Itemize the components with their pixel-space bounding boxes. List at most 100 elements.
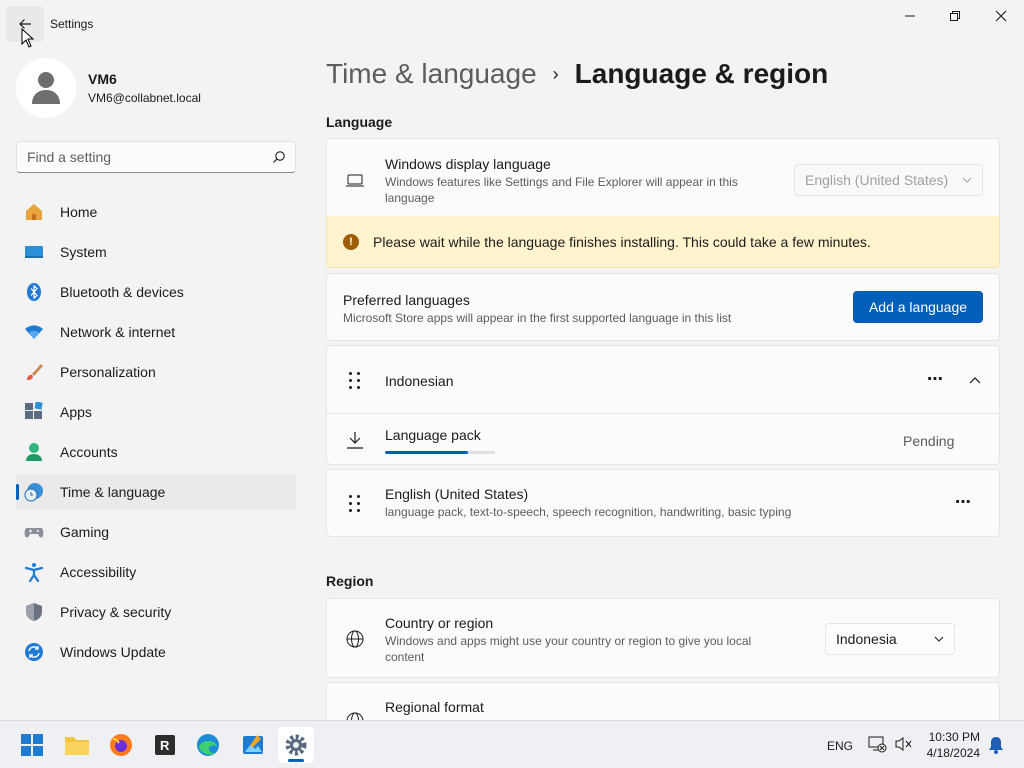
sidebar-item-label: Time & language	[60, 484, 166, 500]
sidebar-item-label: Personalization	[60, 364, 156, 380]
sidebar-item-label: Windows Update	[60, 644, 166, 660]
breadcrumb-parent[interactable]: Time & language	[326, 58, 537, 90]
profile-name: VM6	[88, 71, 117, 87]
clock-globe-icon	[24, 482, 44, 502]
add-language-button[interactable]: Add a language	[853, 291, 983, 323]
restore-icon	[950, 11, 960, 21]
close-icon	[995, 10, 1007, 22]
windows-logo-icon	[21, 734, 43, 756]
install-warning-banner: ! Please wait while the language finishe…	[326, 216, 1000, 268]
sidebar-item-windows-update[interactable]: Windows Update	[16, 634, 296, 670]
warning-text: Please wait while the language finishes …	[373, 233, 871, 250]
download-icon	[345, 430, 365, 450]
accounts-icon	[24, 442, 44, 462]
sidebar-item-system[interactable]: System	[16, 234, 296, 270]
language-pack-label: Language pack	[385, 427, 481, 443]
drag-handle-icon[interactable]	[349, 372, 361, 390]
minimize-button[interactable]	[887, 0, 933, 32]
paint-app[interactable]	[235, 727, 271, 763]
close-button[interactable]	[978, 0, 1024, 32]
region-section-title: Region	[326, 573, 374, 589]
input-language-indicator[interactable]: ENG	[827, 739, 853, 753]
user-profile[interactable]: VM6 VM6@collabnet.local	[16, 58, 201, 118]
clock[interactable]: 10:30 PM 4/18/2024	[920, 729, 980, 761]
search-box[interactable]	[16, 141, 296, 173]
language-name: English (United States)	[385, 486, 529, 502]
chevron-down-icon	[962, 177, 972, 183]
settings-app[interactable]	[278, 727, 314, 763]
language-pack-status: Pending	[903, 433, 955, 449]
network-status-icon[interactable]	[867, 735, 887, 758]
search-input[interactable]	[27, 149, 263, 165]
sidebar-item-time-language[interactable]: Time & language	[16, 474, 296, 510]
gamepad-icon	[24, 522, 44, 542]
language-description: language pack, text-to-speech, speech re…	[385, 505, 792, 519]
sidebar-item-home[interactable]: Home	[16, 194, 296, 230]
sidebar-item-apps[interactable]: Apps	[16, 394, 296, 430]
sidebar-item-network[interactable]: Network & internet	[16, 314, 296, 350]
mouse-cursor-icon	[21, 28, 35, 48]
start-button[interactable]	[14, 727, 50, 763]
regional-format-title: Regional format	[385, 699, 484, 715]
display-language-card: Windows display language Windows feature…	[326, 138, 1000, 217]
sidebar-item-accessibility[interactable]: Accessibility	[16, 554, 296, 590]
volume-muted-icon[interactable]	[894, 736, 912, 757]
sidebar-item-label: Home	[60, 204, 98, 220]
home-icon	[24, 202, 44, 222]
chevron-down-icon	[934, 636, 944, 642]
display-language-title: Windows display language	[385, 156, 551, 172]
language-item-english[interactable]: English (United States) language pack, t…	[326, 469, 1000, 537]
preferred-languages-description: Microsoft Store apps will appear in the …	[343, 311, 732, 325]
sidebar-item-label: Apps	[60, 404, 92, 420]
firefox-app[interactable]	[103, 727, 139, 763]
gear-icon	[285, 734, 307, 756]
clock-date: 4/18/2024	[926, 746, 980, 760]
sidebar-item-personalization[interactable]: Personalization	[16, 354, 296, 390]
more-options-icon[interactable]: ⋯	[955, 492, 972, 512]
breadcrumb-separator: ›	[552, 63, 559, 84]
minimize-icon	[905, 15, 915, 17]
title-bar: Settings	[0, 0, 1024, 42]
file-explorer-app[interactable]	[59, 727, 95, 763]
more-options-icon[interactable]: ⋯	[927, 369, 944, 389]
r-app[interactable]: R	[147, 727, 183, 763]
taskbar: R ENG 10:30 PM 4/18/2024	[0, 720, 1024, 768]
globe-icon	[345, 629, 365, 649]
wifi-icon	[24, 322, 44, 342]
country-region-description: Windows and apps might use your country …	[385, 634, 752, 664]
sidebar-item-gaming[interactable]: Gaming	[16, 514, 296, 550]
sidebar-item-label: Privacy & security	[60, 604, 172, 620]
sidebar-item-accounts[interactable]: Accounts	[16, 434, 296, 470]
r-console-icon: R	[155, 735, 175, 755]
sidebar-item-label: Accounts	[60, 444, 118, 460]
sidebar-item-label: System	[60, 244, 107, 260]
accessibility-icon	[24, 562, 44, 582]
bluetooth-icon	[24, 282, 44, 302]
notification-bell-icon[interactable]	[988, 736, 1004, 759]
paint-icon	[243, 735, 263, 754]
edge-icon	[197, 734, 219, 756]
country-region-dropdown[interactable]: Indonesia	[825, 623, 955, 655]
country-region-value: Indonesia	[836, 631, 897, 647]
search-icon[interactable]	[263, 142, 295, 172]
drag-handle-icon[interactable]	[349, 495, 361, 513]
language-pack-progress	[385, 451, 495, 454]
update-icon	[24, 642, 44, 662]
display-language-value: English (United States)	[805, 172, 949, 188]
sidebar-item-label: Network & internet	[60, 324, 176, 340]
sidebar-item-bluetooth[interactable]: Bluetooth & devices	[16, 274, 296, 310]
preferred-languages-title: Preferred languages	[343, 292, 470, 308]
chevron-up-icon[interactable]	[965, 370, 985, 390]
divider	[327, 413, 999, 414]
sidebar-nav: Home System Bluetooth & devices Network …	[16, 194, 296, 674]
display-language-dropdown[interactable]: English (United States)	[794, 164, 983, 196]
sidebar-item-privacy[interactable]: Privacy & security	[16, 594, 296, 630]
edge-app[interactable]	[190, 727, 226, 763]
restore-button[interactable]	[932, 0, 978, 32]
apps-icon	[24, 402, 44, 422]
sidebar-item-label: Gaming	[60, 524, 110, 540]
page-title: Language & region	[574, 58, 829, 89]
firefox-icon	[110, 734, 132, 756]
language-item-indonesian[interactable]: Indonesian ⋯ Language pack Pending	[326, 345, 1000, 465]
svg-text:R: R	[160, 738, 170, 753]
